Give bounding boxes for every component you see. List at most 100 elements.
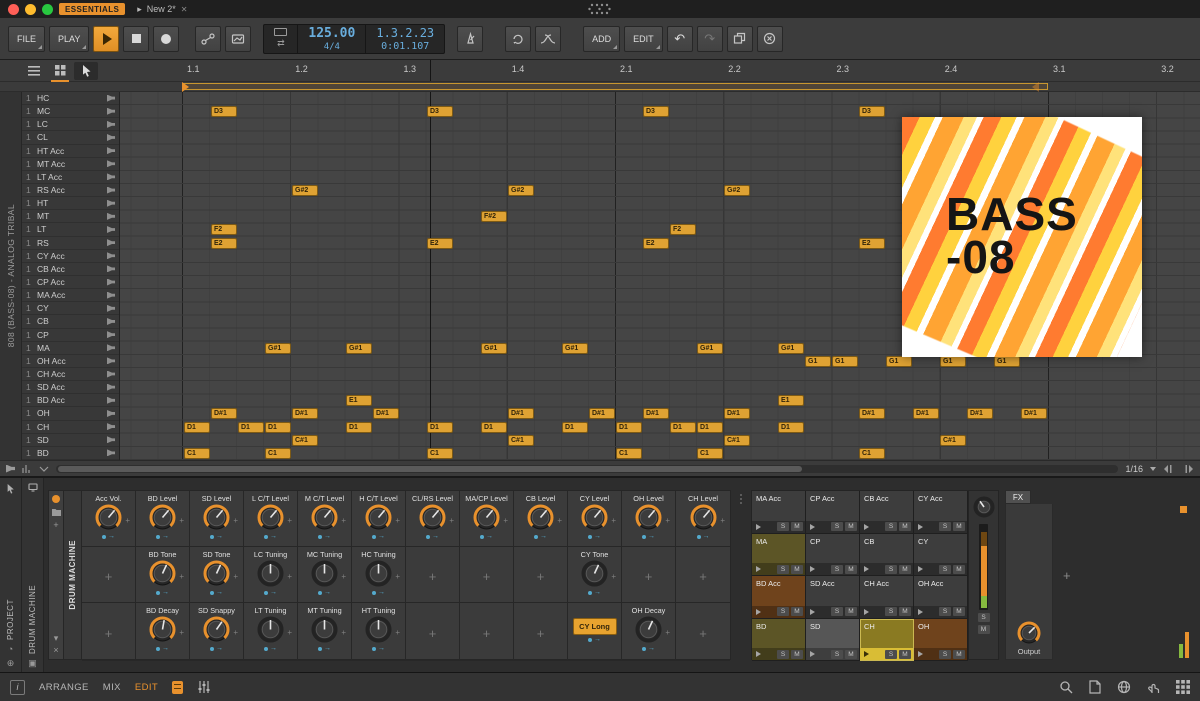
mod-amount-plus[interactable]: + — [395, 516, 400, 525]
note-d1[interactable]: D1 — [562, 421, 588, 433]
note-cs1[interactable]: C#1 — [940, 434, 966, 446]
pad-cy[interactable]: CY S M — [914, 533, 968, 576]
modulation-source-icon[interactable]: → — [372, 533, 385, 540]
modulation-source-icon[interactable]: → — [318, 589, 331, 596]
macro-sd-snappy[interactable]: SD Snappy + → — [190, 603, 244, 661]
layers-icon[interactable]: ▣ — [28, 659, 37, 668]
note-c1[interactable]: C1 — [427, 447, 453, 459]
document-icon[interactable] — [1089, 680, 1101, 694]
knob-dial[interactable] — [148, 615, 177, 644]
lane-cp-acc[interactable]: 1 CP Acc — [22, 276, 119, 290]
lane-cy[interactable]: 1 CY — [22, 302, 119, 316]
lane-speaker-icon[interactable] — [107, 265, 115, 273]
note-g1[interactable]: G1 — [994, 355, 1020, 367]
lane-speaker-icon[interactable] — [107, 199, 115, 207]
device-power-button[interactable] — [52, 495, 60, 503]
macro-bd-decay[interactable]: BD Decay + → — [136, 603, 190, 661]
lane-bd-acc[interactable]: 1 BD Acc — [22, 394, 119, 408]
pad-play-icon[interactable] — [810, 651, 815, 657]
loop-start-marker[interactable] — [182, 82, 189, 92]
lane-speaker-icon[interactable] — [107, 173, 115, 181]
modulation-source-icon[interactable]: → — [372, 645, 385, 652]
fold-notes-icon[interactable] — [39, 464, 49, 474]
knob-dial[interactable] — [580, 559, 609, 588]
mod-amount-plus[interactable]: + — [665, 516, 670, 525]
lane-sd-acc[interactable]: 1 SD Acc — [22, 381, 119, 395]
lane-lt[interactable]: 1 LT — [22, 223, 119, 237]
note-c1[interactable]: C1 — [697, 447, 723, 459]
info-button[interactable]: i — [10, 679, 25, 695]
mod-amount-plus[interactable]: + — [287, 572, 292, 581]
note-f2[interactable]: F2 — [211, 224, 237, 236]
pad-play-icon[interactable] — [810, 523, 815, 530]
drum-grid-view-button[interactable] — [48, 62, 72, 82]
dashboard-grid-icon[interactable] — [1176, 680, 1190, 694]
lane-cb[interactable]: 1 CB — [22, 315, 119, 329]
pad-play-icon[interactable] — [918, 566, 923, 572]
pad-cb-acc[interactable]: CB Acc S M — [860, 491, 914, 534]
pad-cb[interactable]: CB S M — [860, 533, 914, 576]
note-e1[interactable]: E1 — [778, 395, 804, 407]
empty-macro-slot[interactable]: + — [460, 547, 514, 603]
modulation-source-icon[interactable]: → — [642, 645, 655, 652]
modulation-source-icon[interactable]: → — [534, 533, 547, 540]
macro-cy-tone[interactable]: CY Tone + → — [568, 547, 622, 603]
note-e2[interactable]: E2 — [859, 237, 885, 249]
lane-speaker-icon[interactable] — [107, 423, 115, 431]
lane-mc[interactable]: 1 MC — [22, 105, 119, 119]
arranger-automation-button[interactable] — [225, 25, 252, 52]
note-ds1[interactable]: D#1 — [373, 408, 399, 420]
modulation-source-icon[interactable]: → — [210, 589, 223, 596]
mod-amount-plus[interactable]: + — [125, 516, 130, 525]
loop-end-marker[interactable] — [1032, 82, 1039, 92]
note-d3[interactable]: D3 — [643, 106, 669, 118]
macro-lt-tuning[interactable]: LT Tuning + → — [244, 603, 298, 661]
device-name-strip[interactable]: DRUM MACHINE — [64, 490, 82, 660]
empty-macro-slot[interactable]: + — [622, 547, 676, 603]
pad-play-icon[interactable] — [918, 608, 923, 615]
mod-amount-plus[interactable]: + — [179, 628, 184, 637]
lane-speaker-icon[interactable] — [107, 449, 115, 457]
lane-rs-acc[interactable]: 1 RS Acc — [22, 184, 119, 198]
note-ds1[interactable]: D#1 — [211, 408, 237, 420]
pad-mute-button[interactable]: M — [899, 607, 911, 616]
modulation-source-icon[interactable]: → — [156, 589, 169, 596]
play-menu-button[interactable]: PLAY — [49, 25, 90, 52]
lane-hc[interactable]: 1 HC — [22, 92, 119, 106]
mod-amount-plus[interactable]: + — [179, 516, 184, 525]
knob-dial[interactable] — [310, 503, 339, 532]
note-c1[interactable]: C1 — [859, 447, 885, 459]
note-list-view-button[interactable] — [22, 62, 46, 80]
knob-dial[interactable] — [256, 559, 285, 588]
mod-amount-plus[interactable]: + — [720, 516, 725, 525]
pad-bd-acc[interactable]: BD Acc S M — [752, 576, 806, 619]
note-ds1[interactable]: D#1 — [292, 408, 318, 420]
lane-mt[interactable]: 1 MT — [22, 210, 119, 224]
time-signature[interactable]: 4/4 — [324, 42, 340, 52]
panel-drag-handle[interactable] — [731, 490, 751, 672]
note-cs1[interactable]: C#1 — [724, 434, 750, 446]
note-e2[interactable]: E2 — [211, 237, 237, 249]
grid-resolution-caret-icon[interactable] — [1150, 466, 1156, 471]
empty-macro-slot[interactable]: + — [676, 603, 730, 661]
macro-mc-tuning[interactable]: MC Tuning + → — [298, 547, 352, 603]
note-e1[interactable]: E1 — [346, 395, 372, 407]
note-ds1[interactable]: D#1 — [508, 408, 534, 420]
note-d1[interactable]: D1 — [427, 421, 453, 433]
note-ds1[interactable]: D#1 — [643, 408, 669, 420]
note-gs2[interactable]: G#2 — [292, 184, 318, 196]
note-fs2[interactable]: F#2 — [481, 211, 507, 223]
note-g1[interactable]: G1 — [886, 355, 912, 367]
mod-amount-plus[interactable]: + — [395, 572, 400, 581]
macro-sd-tone[interactable]: SD Tone + → — [190, 547, 244, 603]
mod-amount-plus[interactable]: + — [449, 516, 454, 525]
output-knob[interactable] — [1016, 620, 1042, 646]
modulation-source-icon[interactable]: → — [318, 533, 331, 540]
note-d1[interactable]: D1 — [670, 421, 696, 433]
knob-dial[interactable] — [689, 503, 718, 532]
edit-button[interactable]: EDIT — [624, 25, 663, 52]
knob-dial[interactable] — [1016, 620, 1042, 646]
knob-dial[interactable] — [526, 503, 555, 532]
edit-view-tab[interactable]: EDIT — [135, 682, 158, 693]
horizontal-scrollbar[interactable] — [56, 464, 1119, 473]
